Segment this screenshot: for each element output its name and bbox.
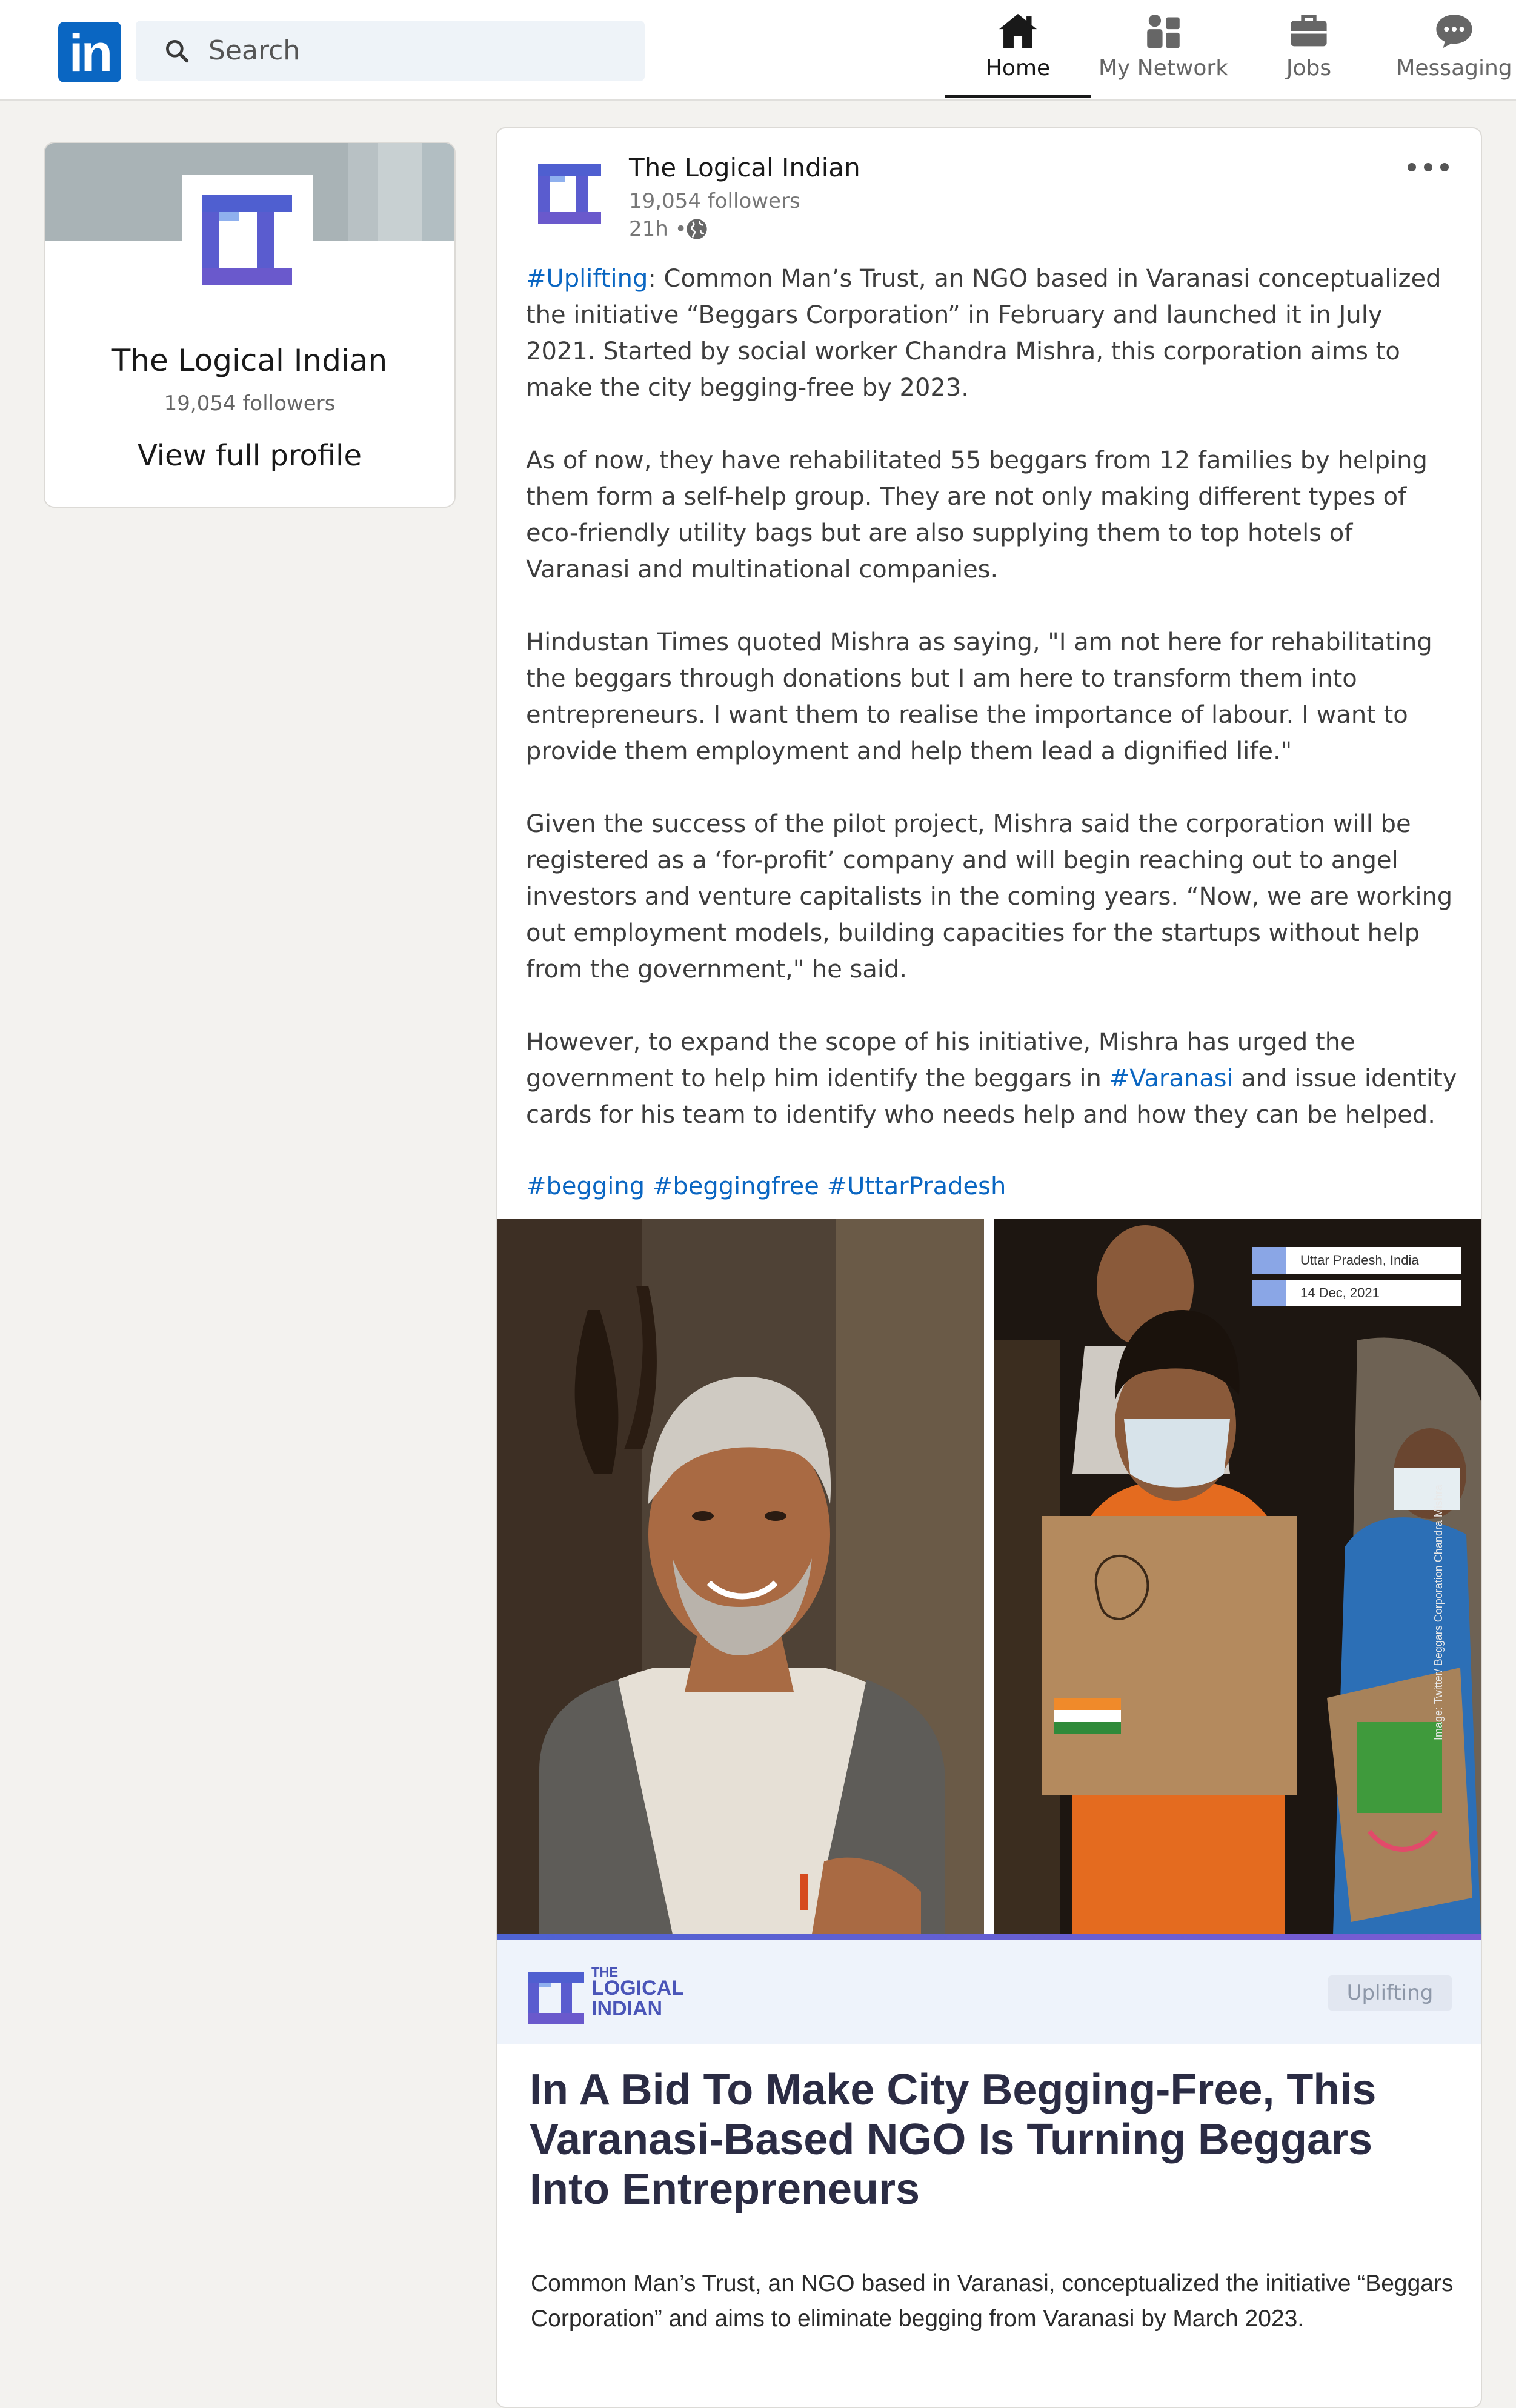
post-author-avatar[interactable] <box>536 160 603 228</box>
messaging-icon <box>1436 15 1472 48</box>
profile-company-name[interactable]: The Logical Indian <box>45 343 454 378</box>
active-tab-indicator <box>945 95 1091 98</box>
nav-messaging-label: Messaging <box>1396 56 1512 81</box>
post-paragraph: However, to expand the scope of his init… <box>526 1028 1457 1129</box>
search-input[interactable]: Search <box>136 21 645 81</box>
briefcase-icon <box>1291 15 1327 47</box>
post-paragraph: Hindustan Times quoted Mishra as saying,… <box>526 628 1432 765</box>
portrait-photo-illustration <box>497 1219 984 1934</box>
image-credit: Image: Twitter/ Beggars Corporation Chan… <box>1432 1485 1445 1740</box>
post-timestamp: 21h • <box>629 217 687 241</box>
company-profile-card: The Logical Indian 19,054 followers View… <box>44 142 456 508</box>
post-author-followers: 19,054 followers <box>629 189 800 213</box>
category-badge: Uplifting <box>1328 1975 1452 2011</box>
nav-my-network-label: My Network <box>1098 56 1229 81</box>
post-image-children[interactable]: Uttar Pradesh, India 14 Dec, 2021 Image:… <box>994 1219 1481 1934</box>
location-label: Uttar Pradesh, India <box>1252 1247 1461 1274</box>
feed-post: The Logical Indian 19,054 followers 21h … <box>496 127 1482 2408</box>
nav-messaging[interactable]: Messaging <box>1381 12 1516 91</box>
profile-follower-count: 19,054 followers <box>164 391 336 416</box>
post-image-portrait[interactable] <box>497 1219 984 1934</box>
hashtag-link[interactable]: #Varanasi <box>1109 1065 1234 1093</box>
search-placeholder: Search <box>208 35 301 66</box>
logical-indian-logo <box>528 1972 584 2024</box>
post-paragraph: Given the success of the pilot project, … <box>526 810 1453 983</box>
nav-home-label: Home <box>985 56 1051 81</box>
brand-wordmark-logical: LOGICAL <box>591 1977 684 2000</box>
more-options-icon[interactable] <box>1406 160 1451 175</box>
date-label: 14 Dec, 2021 <box>1252 1280 1461 1306</box>
logical-indian-logo <box>538 164 601 224</box>
view-full-profile-link[interactable]: View full profile <box>45 439 454 473</box>
post-author-name[interactable]: The Logical Indian <box>629 153 860 182</box>
article-title[interactable]: In A Bid To Make City Begging-Free, This… <box>530 2065 1438 2214</box>
nav-jobs[interactable]: Jobs <box>1236 12 1381 91</box>
globe-icon <box>687 219 707 239</box>
children-photo-illustration <box>994 1219 1481 1934</box>
hashtag-link[interactable]: #begging <box>526 1172 645 1200</box>
hashtag-link[interactable]: #beggingfree <box>653 1172 819 1200</box>
nav-home[interactable]: Home <box>945 12 1091 91</box>
post-paragraph: As of now, they have rehabilitated 55 be… <box>526 447 1428 584</box>
home-icon <box>999 13 1037 48</box>
image-divider <box>497 1934 1481 1940</box>
hashtag-link[interactable]: #Uplifting <box>526 265 648 293</box>
post-paragraph: #Uplifting: Common Man’s Trust, an NGO b… <box>526 265 1441 402</box>
hashtag-link[interactable]: #UttarPradesh <box>827 1172 1006 1200</box>
company-logo[interactable] <box>182 175 313 305</box>
top-navigation-bar: in Search Home My Network Jobs Messaging <box>0 0 1516 101</box>
nav-my-network[interactable]: My Network <box>1091 12 1236 91</box>
post-text: #Uplifting: Common Man’s Trust, an NGO b… <box>526 261 1459 1169</box>
nav-jobs-label: Jobs <box>1286 56 1332 81</box>
search-icon <box>166 40 189 63</box>
brand-wordmark-indian: INDIAN <box>591 1997 663 2020</box>
logical-indian-logo <box>202 195 292 285</box>
linkedin-logo[interactable]: in <box>58 22 121 82</box>
network-icon <box>1147 14 1180 48</box>
article-description: Common Man’s Trust, an NGO based in Vara… <box>531 2270 1454 2332</box>
link-preview-header[interactable]: THE LOGICAL INDIAN Uplifting <box>497 1940 1481 2044</box>
post-hashtags: #begging #beggingfree #UttarPradesh <box>526 1168 1006 1205</box>
